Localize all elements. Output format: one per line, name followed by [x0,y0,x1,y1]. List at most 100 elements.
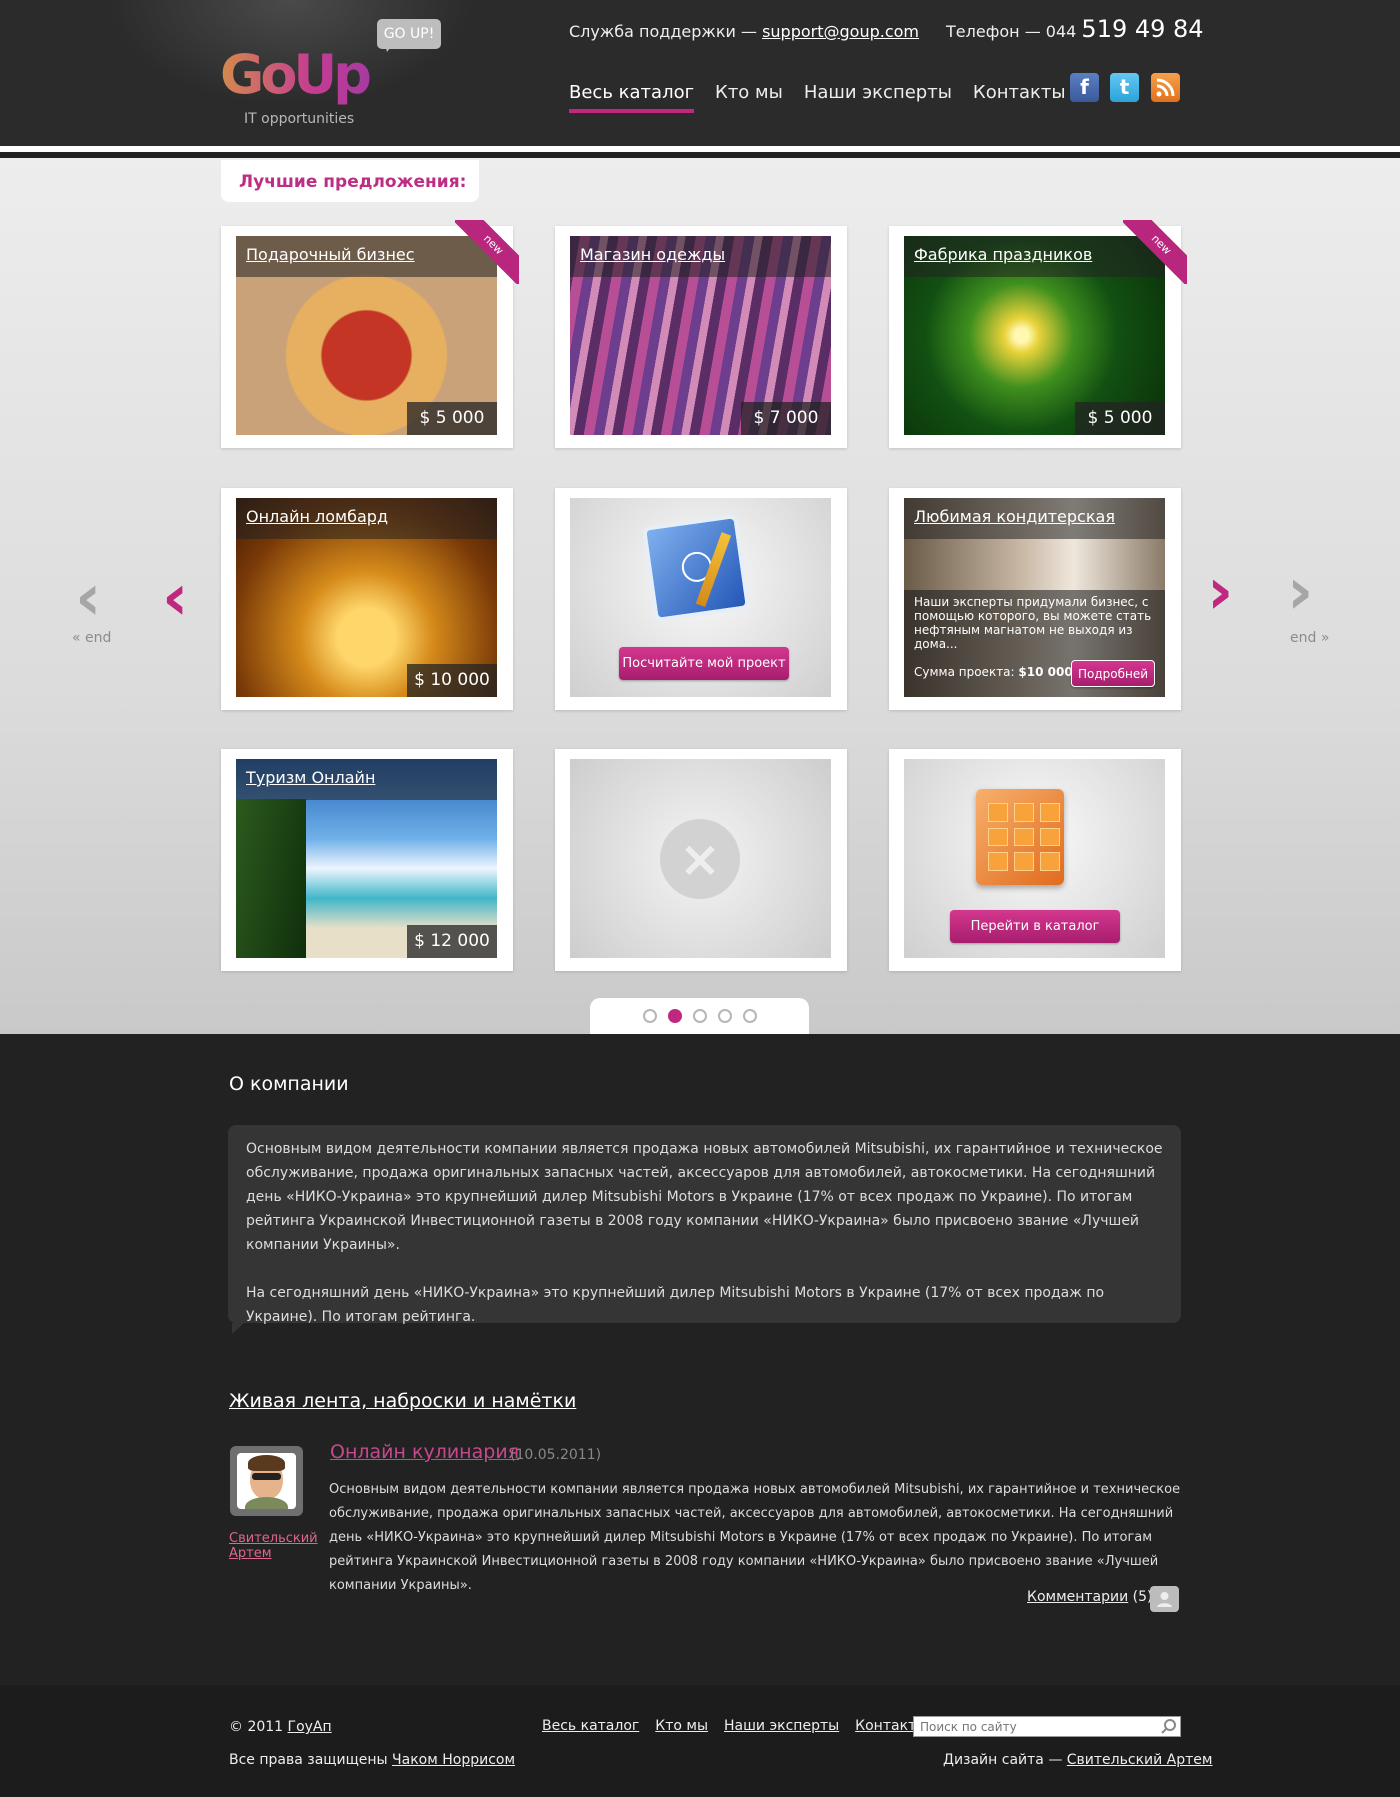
pager-dot[interactable] [717,1009,732,1023]
offer-image: Туризм Онлайн $ 12 000 [236,759,497,958]
blueprint-icon [641,513,751,623]
post-author-link[interactable]: Свительский Артем [229,1531,319,1561]
offer-price: $ 12 000 [407,925,497,958]
support-info: Служба поддержки — support@goup.com [569,22,919,41]
search-input[interactable] [913,1716,1181,1737]
offer-price: $ 10 000 [407,664,497,697]
empty-card-bg: × [570,759,831,958]
pager-dot[interactable] [742,1009,757,1023]
logo-text: GoUp [220,45,390,105]
comments-link[interactable]: Комментарии [1027,1589,1128,1605]
design-label: Дизайн сайта — [943,1752,1063,1768]
offer-price: $ 7 000 [741,402,831,435]
go-up-bubble: GO UP! [377,19,441,52]
offer-sum: Сумма проекта: $10 000 [914,665,1073,679]
logo-tagline: IT opportunities [244,111,355,127]
pager-dot[interactable] [692,1009,707,1023]
post-text: Основным видом деятельности компании явл… [329,1482,1181,1593]
phone-label: Телефон — 044 [946,22,1077,41]
rights-text: Все права защищены [229,1752,388,1768]
offer-price: $ 5 000 [407,402,497,435]
copyright-link[interactable]: ГоуАп [288,1719,332,1735]
offer-image: Онлайн ломбард $ 10 000 [236,498,497,697]
close-icon: × [660,819,740,899]
avatar[interactable] [230,1446,303,1516]
offer-card-clothes[interactable]: Магазин одежды $ 7 000 [555,226,847,448]
rss-icon[interactable] [1151,73,1180,102]
calculate-card-bg: Посчитайте мой проект [570,498,831,697]
footer-nav-experts[interactable]: Наши эксперты [724,1718,839,1734]
offer-sum-label: Сумма проекта: [914,665,1015,679]
catalog-card: Перейти в каталог [889,749,1181,971]
offer-title[interactable]: Любимая кондитерская [904,498,1165,539]
offer-price: $ 5 000 [1075,402,1165,435]
rights-link[interactable]: Чаком Норрисом [392,1752,515,1768]
footer-rights: Все права защищены Чаком Норрисом [229,1752,515,1768]
offer-image: Магазин одежды $ 7 000 [570,236,831,435]
post-date: (10.05.2011) [510,1447,602,1463]
main-nav: Весь каталог Кто мы Наши эксперты Контак… [569,82,1066,113]
new-ribbon: new [455,220,519,284]
first-page-arrow-icon[interactable]: ‹ [75,566,101,630]
comment-user-icon[interactable] [1150,1586,1179,1612]
offer-image: Любимая кондитерская Наши эксперты приду… [904,498,1165,697]
calculate-project-button[interactable]: Посчитайте мой проект [619,647,789,680]
phone-info: Телефон — 044 519 49 84 [946,15,1204,43]
site-footer [0,1685,1400,1797]
avatar-photo [237,1453,296,1509]
details-button[interactable]: Подробней [1071,660,1155,687]
pager-dot-active[interactable] [667,1009,682,1023]
empty-card: × [555,749,847,971]
offer-title[interactable]: Туризм Онлайн [236,759,497,800]
footer-nav: Весь каталог Кто мы Наши эксперты Контак… [542,1718,927,1734]
offer-description: Наши эксперты придумали бизнес, с помощь… [914,595,1152,651]
nav-item-contacts[interactable]: Контакты [973,82,1066,113]
about-text-box: Основным видом деятельности компании явл… [228,1125,1181,1334]
new-badge: new [1123,220,1187,284]
last-page-arrow-icon[interactable]: › [1287,560,1313,624]
offer-card-pawnshop[interactable]: Онлайн ломбард $ 10 000 [221,488,513,710]
new-ribbon: new [1123,220,1187,284]
offer-card-holidays[interactable]: Фабрика праздников $ 5 000 new [889,220,1187,448]
carousel-pager [590,998,809,1034]
about-heading: О компании [229,1073,349,1095]
support-email-link[interactable]: support@goup.com [762,22,919,41]
offer-sum-value: $10 000 [1018,665,1073,679]
comments-info: Комментарии (5) [1027,1589,1153,1605]
offer-card-confectionery[interactable]: Любимая кондитерская Наши эксперты приду… [889,488,1181,710]
logo[interactable]: GoUp IT opportunities [220,45,390,135]
end-left-label[interactable]: « end [72,630,111,646]
footer-nav-catalog[interactable]: Весь каталог [542,1718,639,1734]
feed-heading[interactable]: Живая лента, наброски и намётки [229,1390,576,1412]
offer-card-tourism[interactable]: Туризм Онлайн $ 12 000 [221,749,513,971]
copyright-text: © 2011 [229,1719,284,1735]
post-title-link[interactable]: Онлайн кулинария [330,1441,519,1463]
footer-nav-about[interactable]: Кто мы [655,1718,708,1734]
nav-item-catalog[interactable]: Весь каталог [569,82,695,113]
design-link[interactable]: Свительский Артем [1067,1752,1213,1768]
go-to-catalog-button[interactable]: Перейти в каталог [950,910,1120,943]
nav-item-experts[interactable]: Наши эксперты [804,82,952,113]
catalog-card-bg: Перейти в каталог [904,759,1165,958]
palm-shape [236,799,306,958]
site-header: GoUp IT opportunities GO UP! Служба подд… [0,0,1400,152]
calculate-card: Посчитайте мой проект [555,488,847,710]
catalog-book-icon [976,789,1064,885]
twitter-icon[interactable]: t [1110,73,1139,102]
offers-title: Лучшие предложения: [221,160,479,202]
about-paragraph: На сегодняшний день «НИКО-Украина» это к… [246,1285,1105,1325]
support-label: Служба поддержки — [569,22,757,41]
offer-title[interactable]: Онлайн ломбард [236,498,497,539]
end-right-label[interactable]: end » [1290,630,1329,646]
offer-title[interactable]: Магазин одежды [570,236,831,277]
pager-dot[interactable] [642,1009,657,1023]
new-badge: new [455,220,519,284]
offer-card-gift[interactable]: Подарочный бизнес $ 5 000 new [221,220,519,448]
facebook-icon[interactable]: f [1070,73,1099,102]
prev-arrow-icon[interactable]: ‹ [162,566,188,630]
nav-item-about[interactable]: Кто мы [715,82,783,113]
search-icon[interactable] [1160,1718,1178,1736]
footer-copyright: © 2011 ГоуАп [229,1719,332,1735]
next-arrow-icon[interactable]: › [1207,560,1233,624]
about-paragraph: Основным видом деятельности компании явл… [246,1141,1163,1253]
